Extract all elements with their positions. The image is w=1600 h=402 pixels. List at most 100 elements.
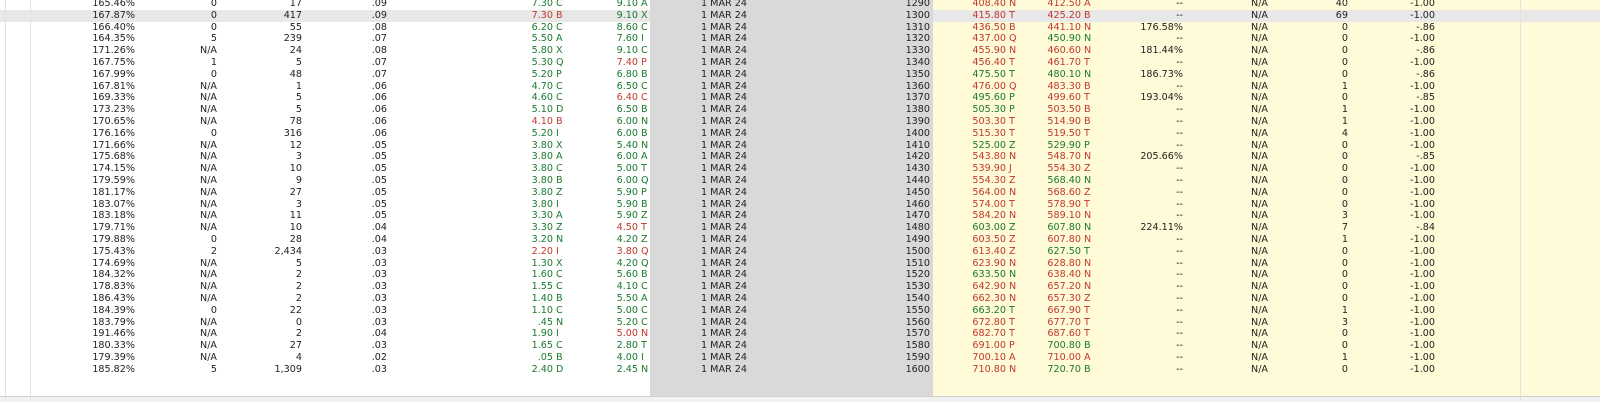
cell-chg: N/A <box>200 316 217 328</box>
horizontal-scrollbar[interactable] <box>0 396 1600 402</box>
exchange-code: N <box>1009 45 1017 57</box>
cell-pdelta: -1.00 <box>1410 116 1435 127</box>
cell-vol: 28 <box>289 234 302 245</box>
table-row[interactable]: 167.87% 0 417.09 7.30 B 9.10 X 1 MAR 24 1300 415.… <box>0 9 1600 22</box>
cell-vol: 9 <box>295 175 302 186</box>
table-row[interactable]: 185.82% 5 1,309.03 2.40 D 2.45 N 1 MAR 24 1600 71… <box>0 363 1600 376</box>
cell-bid: 3.80 X <box>420 140 565 152</box>
cell-vol: 27 <box>289 340 302 352</box>
table-row[interactable]: 183.07% N/A 3.05 3.80 I 5.90 B 1 MAR 24 1460 574.… <box>0 198 1600 211</box>
exchange-code: T <box>641 340 647 352</box>
table-row[interactable]: 179.71% N/A 10.04 3.30 Z 4.50 T 1 MAR 24 1480 603… <box>0 222 1600 234</box>
cell-pvol: 0 <box>1341 21 1348 33</box>
exchange-code: X <box>641 9 648 21</box>
cell-bid: 1.55 C <box>420 281 565 293</box>
exchange-code: B <box>556 352 563 363</box>
cell-value: 720.70 <box>1047 363 1081 375</box>
table-row[interactable]: 179.59% N/A 9.05 3.80 B 6.00 Q 1 MAR 24 1440 554.… <box>0 175 1600 187</box>
table-row[interactable]: 174.15% N/A 10.05 3.80 C 5.00 T 1 MAR 24 1430 539… <box>0 163 1600 175</box>
cell-pchg: N/A <box>1251 316 1268 328</box>
cell-pask: 657.30 Z <box>1018 293 1093 305</box>
cell-pbid: 700.10 A <box>933 352 1018 364</box>
table-row[interactable]: 179.39% N/A 4.02.05 B 4.00 I 1 MAR 24 1590 700.1… <box>0 352 1600 364</box>
cell-pvol: 0 <box>1341 281 1348 293</box>
cell-value: 7.40 <box>616 57 638 68</box>
cell-chg: N/A <box>200 352 217 363</box>
table-row[interactable]: 180.33% N/A 27.03 1.65 C 2.80 T 1 MAR 24 1580 691… <box>0 340 1600 352</box>
exchange-code: T <box>1009 316 1015 328</box>
table-row[interactable]: 167.75% 1 5.07 5.30 Q 7.40 P 1 MAR 24 1340 456.40… <box>0 57 1600 69</box>
cell-value: 6.50 <box>616 80 638 92</box>
exchange-code: B <box>641 68 648 80</box>
cell-delta: .06 <box>371 127 387 139</box>
cell-pchg: N/A <box>1251 198 1268 210</box>
table-row[interactable]: 179.88% 0 28.04 3.20 N 4.20 Z 1 MAR 24 1490 603.5… <box>0 234 1600 246</box>
cell-bid: 3.30 Z <box>420 222 565 234</box>
cell-chg: N/A <box>200 293 217 304</box>
table-row[interactable]: 175.43% 2 2,434.03 2.20 I 3.80 Q 1 MAR 24 1500 61… <box>0 245 1600 258</box>
table-row[interactable]: 184.32% N/A 2.03 1.60 C 5.60 B 1 MAR 24 1520 633.… <box>0 269 1600 282</box>
exchange-code: I <box>556 127 559 139</box>
cell-ask: 4.20 Z <box>565 234 650 246</box>
cell-pvol: 0 <box>1341 328 1348 340</box>
table-row[interactable]: 183.79% N/A 0.03.45 N 5.20 C 1 MAR 24 1560 672.8… <box>0 316 1600 329</box>
cell-pask: 667.90 T <box>1018 305 1093 317</box>
cell-pdelta: -1.00 <box>1410 281 1435 293</box>
table-row[interactable]: 186.43% N/A 2.03 1.40 B 5.50 A 1 MAR 24 1540 662.… <box>0 293 1600 305</box>
cell-value: 603.00 <box>972 222 1006 234</box>
cell-value: 483.30 <box>1047 80 1081 92</box>
table-row[interactable]: 174.69% N/A 5.03 1.30 X 4.20 Q 1 MAR 24 1510 623.… <box>0 257 1600 270</box>
exchange-code: T <box>1009 68 1015 80</box>
cell-ask: 6.00 Q <box>565 175 650 187</box>
cell-value: 4.60 <box>531 92 553 104</box>
table-row[interactable]: 181.17% N/A 27.05 3.80 Z 5.90 P 1 MAR 24 1450 564… <box>0 186 1600 199</box>
table-row[interactable]: 176.16% 0 316.06 5.20 I 6.00 B 1 MAR 24 1400 515.… <box>0 127 1600 140</box>
cell-iv: 167.87% <box>92 9 135 21</box>
exchange-code: P <box>1009 340 1015 352</box>
table-row[interactable]: 175.68% N/A 3.05 3.80 A 6.00 A 1 MAR 24 1420 543.… <box>0 151 1600 164</box>
cell-iv: 179.39% <box>92 352 135 363</box>
cell-iv: 166.40% <box>92 21 135 33</box>
cell-bid: 6.20 C <box>420 22 565 34</box>
table-row[interactable]: 184.39% 0 22.03 1.10 C 5.00 C 1 MAR 24 1550 663.2… <box>0 304 1600 317</box>
table-row[interactable]: 173.23% N/A 5.06 5.10 D 6.50 B 1 MAR 24 1380 505.… <box>0 104 1600 116</box>
table-row[interactable]: 165.46% 0 17.09 7.30 C 9.10 A 1 MAR 24 1290 408.4… <box>0 0 1600 10</box>
cell-value: 476.00 <box>972 80 1006 92</box>
table-row[interactable]: 183.18% N/A 11.05 3.30 A 5.90 Z 1 MAR 24 1470 584… <box>0 210 1600 223</box>
cell-pbid: 525.00 Z <box>933 140 1018 152</box>
cell-value: 6.50 <box>616 104 638 116</box>
table-row[interactable]: 167.99% 0 48.07 5.20 P 6.80 B 1 MAR 24 1350 475.5… <box>0 68 1600 81</box>
cell-value: 4.50 <box>616 222 638 234</box>
cell-vol: 5 <box>295 57 302 68</box>
cell-strike: 1340 <box>798 57 933 69</box>
table-row[interactable]: 191.46% N/A 2.04 1.90 I 5.00 N 1 MAR 24 1570 682.… <box>0 328 1600 341</box>
cell-vol: 5 <box>295 257 302 269</box>
table-row[interactable]: 171.26% N/A 24.08 5.80 X 9.10 C 1 MAR 24 1330 455… <box>0 45 1600 57</box>
cell-bid: 5.30 Q <box>420 57 565 69</box>
table-row[interactable]: 171.66% N/A 12.05 3.80 X 5.40 N 1 MAR 24 1410 525… <box>0 139 1600 152</box>
cell-piv: 186.73% <box>1140 68 1183 80</box>
table-row[interactable]: 170.65% N/A 78.06 4.10 B 6.00 N 1 MAR 24 1390 503… <box>0 116 1600 128</box>
cell-piv: 205.66% <box>1140 151 1183 163</box>
cell-vol: 3 <box>295 198 302 210</box>
cell-strike: 1430 <box>798 163 933 175</box>
cell-delta: .05 <box>371 175 387 186</box>
table-row[interactable]: 166.40% 0 55.08 6.20 C 8.60 C 1 MAR 24 1310 436.5… <box>0 21 1600 34</box>
exchange-code: A <box>641 0 648 9</box>
cell-pask: 514.90 B <box>1018 116 1093 128</box>
table-row[interactable]: 169.33% N/A 5.06 4.60 C 6.40 C 1 MAR 24 1370 495.… <box>0 92 1600 105</box>
cell-pdelta: -.84 <box>1416 222 1435 234</box>
exchange-code: N <box>1084 33 1092 45</box>
table-row[interactable]: 164.35% 5 239.07 5.50 A 7.60 I 1 MAR 24 1320 437.… <box>0 33 1600 46</box>
table-row[interactable]: 178.83% N/A 2.03 1.55 C 4.10 C 1 MAR 24 1530 642.… <box>0 281 1600 293</box>
cell-vol: 1,309 <box>274 363 302 375</box>
exchange-code: C <box>641 45 648 57</box>
cell-pask: 480.10 N <box>1018 69 1093 81</box>
exchange-code: Z <box>1084 186 1091 198</box>
cell-vol: 417 <box>283 9 302 21</box>
cell-pchg: N/A <box>1251 222 1268 234</box>
cell-value: 5.20 <box>616 316 638 328</box>
cell-pask: 700.80 B <box>1018 340 1093 352</box>
cell-pask: 529.90 P <box>1018 140 1093 152</box>
table-row[interactable]: 167.81% N/A 1.06 4.70 C 6.50 C 1 MAR 24 1360 476.… <box>0 80 1600 93</box>
